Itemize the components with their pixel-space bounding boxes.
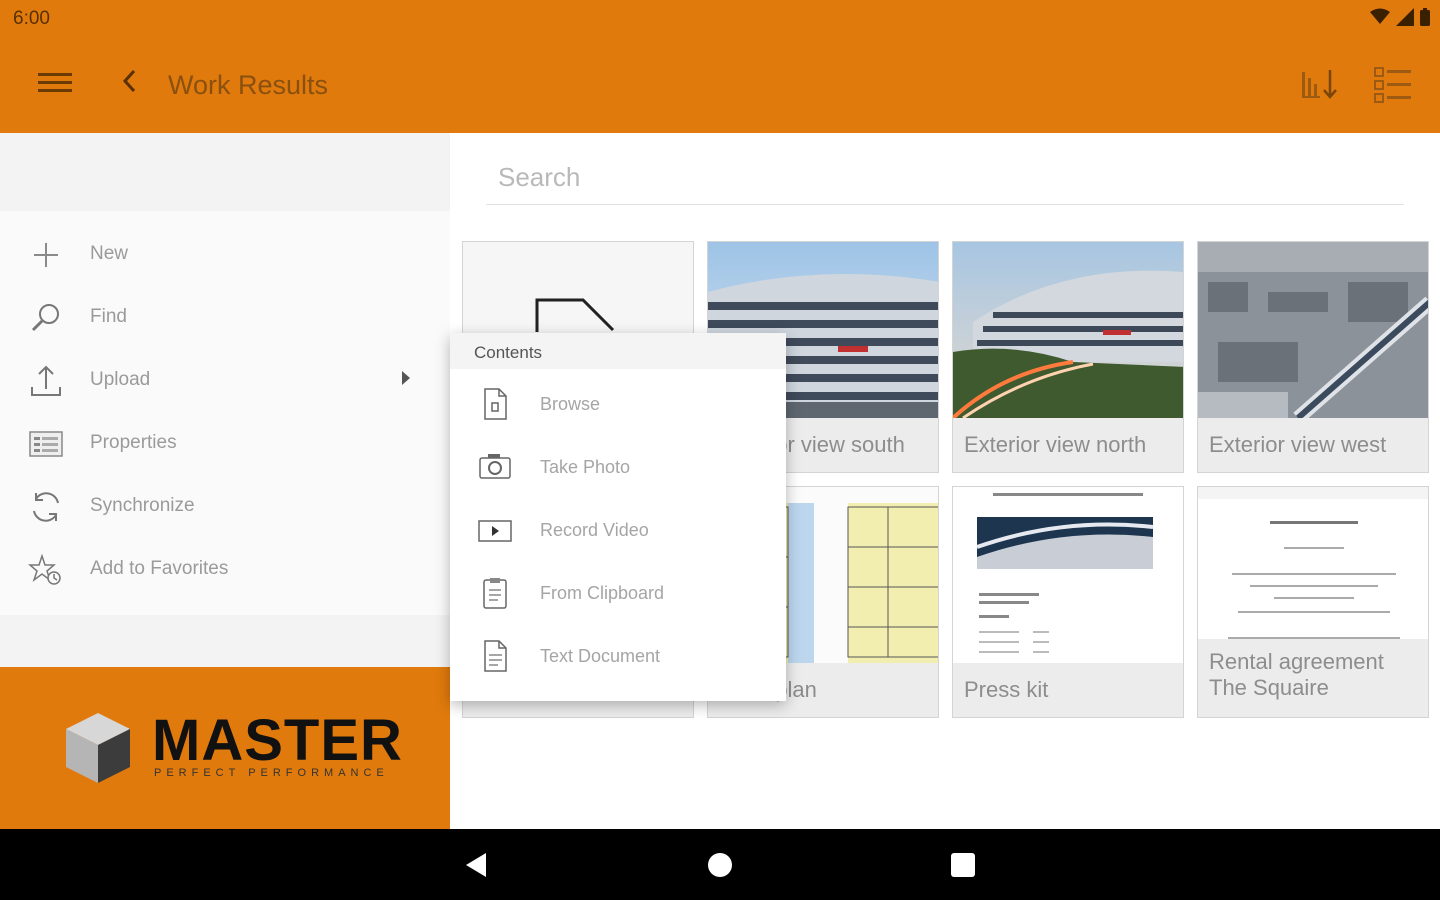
signal-icon: [1396, 8, 1414, 26]
tile-caption: Exterior view west: [1198, 418, 1428, 472]
tile-caption: Exterior view north: [953, 418, 1183, 472]
nav-back-icon[interactable]: [466, 853, 486, 877]
wifi-icon: [1370, 8, 1390, 24]
menu-item-label: Text Document: [540, 646, 661, 666]
drawer-item-label: Upload: [90, 369, 151, 390]
status-time: 6:00: [13, 8, 50, 29]
contents-popup-menu: Contents Browse Take Photo Record Video …: [450, 333, 786, 701]
menu-item-record-video[interactable]: Record Video: [450, 499, 786, 559]
search-input[interactable]: [486, 151, 1404, 205]
drawer-item-synchronize[interactable]: Synchronize: [0, 477, 450, 537]
tile-caption: Rental agreement The Squaire: [1198, 639, 1428, 717]
menu-item-browse[interactable]: Browse: [450, 373, 786, 433]
status-icons: [1370, 8, 1430, 26]
tile-exterior-view-north[interactable]: Exterior view north: [952, 241, 1184, 473]
tile-caption: Press kit: [953, 663, 1183, 717]
menu-item-label: Record Video: [540, 520, 649, 540]
menu-item-label: Browse: [540, 394, 601, 414]
brand-panel: MASTER PERFECT PERFORMANCE: [0, 667, 450, 829]
press-kit-thumbnail: [953, 487, 1183, 663]
tile-rental-agreement[interactable]: Rental agreement The Squaire: [1197, 486, 1429, 718]
nav-recents-icon[interactable]: [951, 853, 975, 877]
menu-item-label: From Clipboard: [540, 583, 665, 603]
aerial-photo: [1198, 242, 1428, 418]
favorite-star-icon: [28, 553, 61, 585]
system-nav-bar: [0, 829, 1440, 900]
search-icon: [31, 304, 59, 332]
upload-icon: [31, 365, 61, 396]
popup-header: Contents: [450, 333, 786, 369]
menu-icon[interactable]: [38, 70, 72, 100]
drawer-item-label: Find: [90, 306, 127, 327]
drawer-item-label: Synchronize: [90, 495, 195, 516]
menu-item-label: Take Photo: [540, 457, 631, 477]
file-icon: [484, 388, 507, 420]
sync-icon: [33, 492, 59, 522]
rental-agreement-thumbnail: [1198, 499, 1428, 651]
menu-item-take-photo[interactable]: Take Photo: [450, 436, 786, 496]
app-bar: 6:00 Work Results: [0, 0, 1440, 133]
drawer-item-label: Add to Favorites: [90, 558, 229, 579]
menu-item-text-document[interactable]: Text Document: [450, 625, 786, 685]
battery-icon: [1420, 8, 1430, 26]
drawer-item-properties[interactable]: Properties: [0, 414, 450, 474]
building-photo: [953, 242, 1183, 418]
drawer-item-new[interactable]: New: [0, 225, 450, 285]
navigation-drawer: New Find Upload Properties Synchronize A…: [0, 133, 450, 829]
drawer-item-label: Properties: [90, 432, 177, 453]
properties-icon: [29, 431, 63, 457]
drawer-header: [0, 133, 450, 211]
tile-exterior-view-west[interactable]: Exterior view west: [1197, 241, 1429, 473]
plus-icon: [34, 243, 58, 267]
back-chevron-icon[interactable]: [118, 66, 142, 104]
drawer-item-upload[interactable]: Upload: [0, 351, 450, 411]
tile-press-kit[interactable]: Press kit: [952, 486, 1184, 718]
drawer-item-find[interactable]: Find: [0, 288, 450, 348]
drawer-item-label: New: [90, 243, 129, 264]
nav-home-icon[interactable]: [708, 853, 732, 877]
clipboard-icon: [483, 578, 507, 609]
submenu-arrow-icon: [402, 371, 410, 385]
master-cube-logo: [66, 713, 130, 783]
list-view-icon[interactable]: [1374, 66, 1412, 104]
drawer-item-add-to-favorites[interactable]: Add to Favorites: [0, 540, 450, 600]
sort-icon[interactable]: [1300, 66, 1340, 104]
brand-name: MASTER: [152, 708, 403, 773]
popup-title: Contents: [474, 343, 543, 362]
menu-item-from-clipboard[interactable]: From Clipboard: [450, 562, 786, 622]
camera-icon: [479, 454, 511, 479]
drawer-spacer: [0, 615, 450, 667]
brand-tagline: PERFECT PERFORMANCE: [154, 767, 389, 779]
text-document-icon: [484, 640, 507, 672]
video-icon: [478, 520, 512, 542]
page-title: Work Results: [168, 70, 329, 100]
